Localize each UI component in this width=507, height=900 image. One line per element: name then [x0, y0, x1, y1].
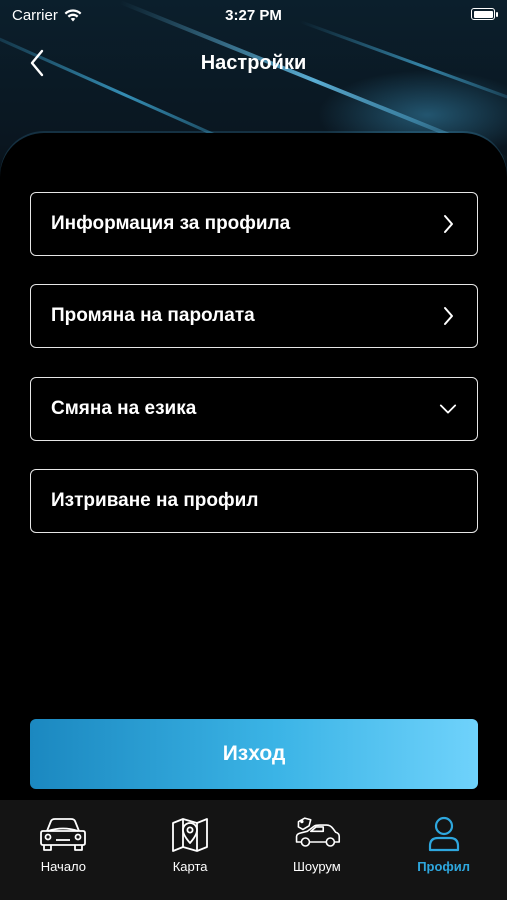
chevron-left-icon: [30, 49, 44, 77]
status-bar: Carrier 3:27 PM: [0, 0, 507, 30]
menu-item-label: Информация за профила: [51, 213, 291, 234]
menu-item-delete-profile[interactable]: Изтриване на профил: [30, 469, 478, 533]
menu-item-label: Смяна на езика: [51, 398, 197, 419]
tab-bar: Начало Карта Шоурум Профил: [0, 800, 507, 900]
tab-label: Начало: [40, 859, 87, 874]
logout-button[interactable]: Изход: [30, 719, 478, 789]
menu-item-label: Промяна на паролата: [51, 305, 255, 326]
logout-label: Изход: [222, 742, 286, 765]
map-pin-icon: [166, 814, 214, 854]
tab-home[interactable]: Начало: [0, 800, 127, 900]
nav-header: Настройки: [0, 40, 507, 86]
tab-label: Профил: [417, 859, 471, 874]
tab-showroom[interactable]: Шоурум: [254, 800, 381, 900]
tab-profile[interactable]: Профил: [380, 800, 507, 900]
menu-item-label: Изтриване на профил: [51, 490, 259, 511]
menu-item-change-password[interactable]: Промяна на паролата: [30, 284, 478, 348]
menu-item-profile-info[interactable]: Информация за профила: [30, 192, 478, 256]
car-tag-icon: [293, 814, 341, 854]
car-front-icon: [39, 814, 87, 854]
clock: 3:27 PM: [225, 6, 282, 24]
back-button[interactable]: [22, 48, 52, 78]
chevron-right-icon: [439, 215, 457, 233]
chevron-down-icon: [439, 400, 457, 418]
chevron-right-icon: [439, 307, 457, 325]
tab-label: Шоурум: [293, 859, 341, 874]
tab-label: Карта: [172, 859, 208, 874]
battery-icon: [471, 8, 498, 20]
user-icon: [420, 814, 468, 854]
tab-map[interactable]: Карта: [127, 800, 254, 900]
menu-item-change-language[interactable]: Смяна на езика: [30, 377, 478, 441]
page-title: Настройки: [200, 51, 307, 74]
